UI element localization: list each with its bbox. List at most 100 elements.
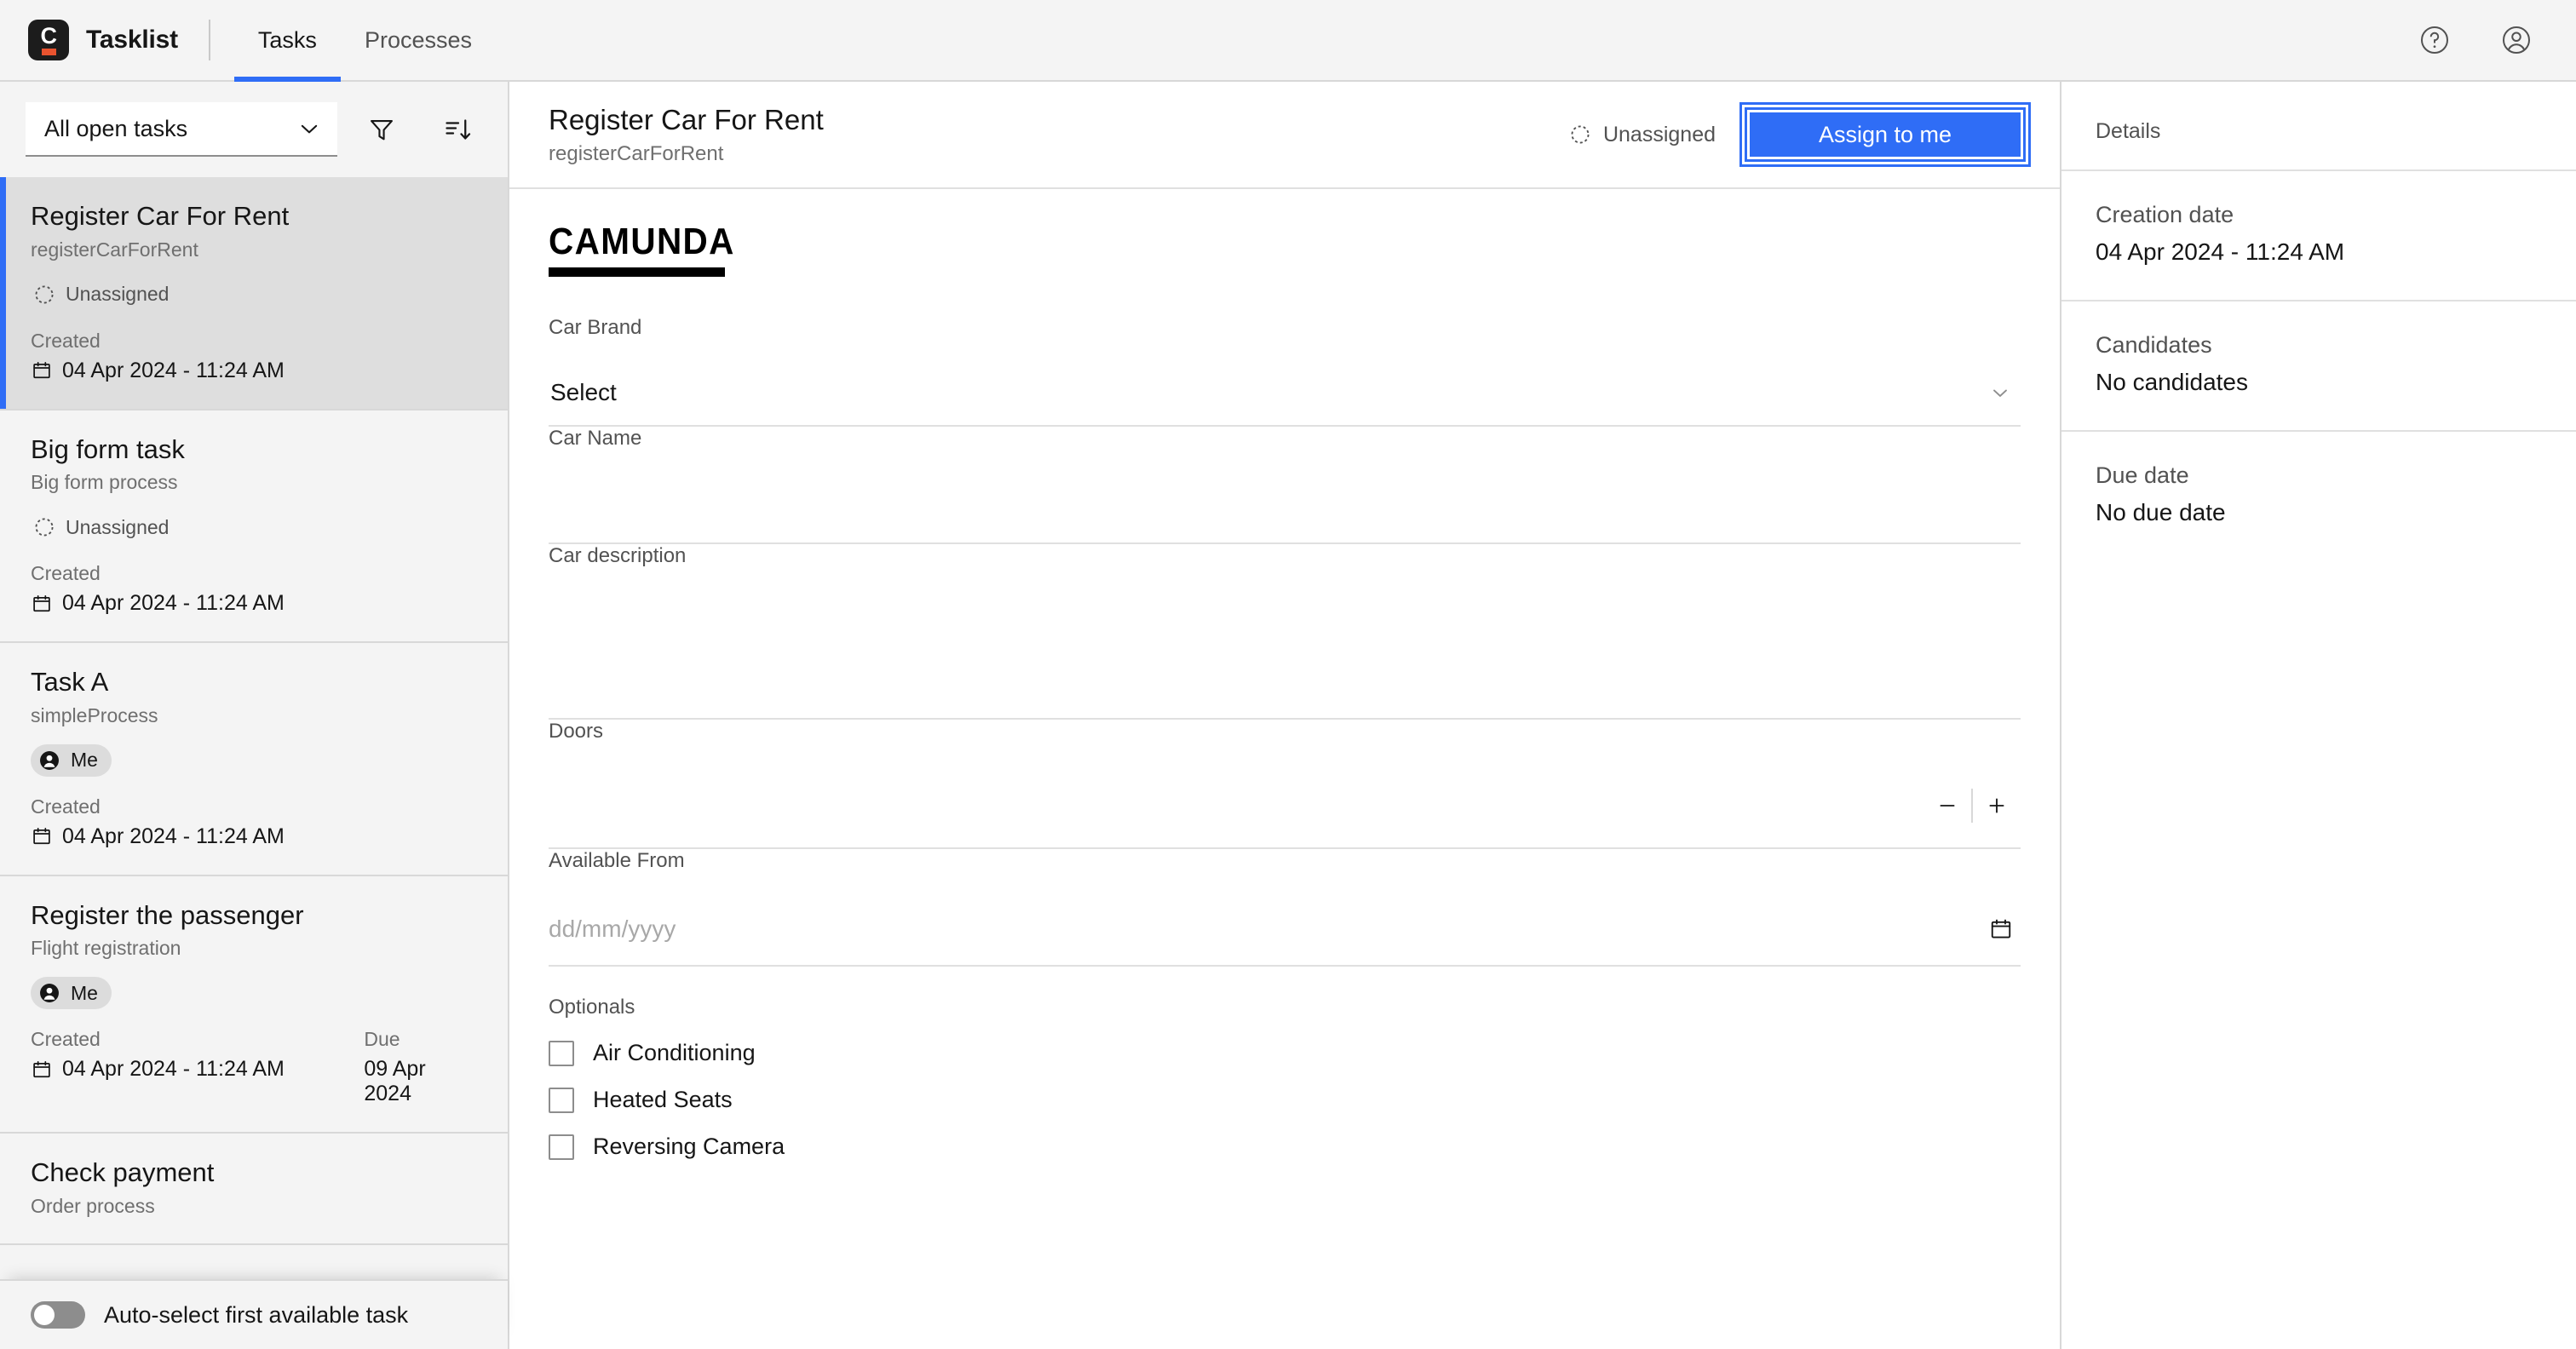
checkbox-air-conditioning[interactable]: Air Conditioning xyxy=(549,1040,2021,1066)
plus-icon[interactable] xyxy=(1973,764,2021,847)
task-meta: Created 04 Apr 2024 - 11:24 AM xyxy=(31,1028,479,1106)
car-description-textarea[interactable] xyxy=(549,587,2021,720)
available-from-placeholder: dd/mm/yyyy xyxy=(549,916,676,943)
created-value-row: 04 Apr 2024 - 11:24 AM xyxy=(31,1057,364,1082)
detail-due-date: Due date No due date xyxy=(2061,430,2576,560)
created-value-row: 04 Apr 2024 - 11:24 AM xyxy=(31,591,365,616)
due-value: 09 Apr 2024 xyxy=(364,1057,479,1106)
task-title: Check payment xyxy=(31,1157,479,1189)
detail-candidates: Candidates No candidates xyxy=(2061,300,2576,430)
field-car-name: Car Name xyxy=(549,427,2021,544)
detail-label: Creation date xyxy=(2096,202,2542,228)
due-meta: Due 09 Apr 2024 xyxy=(364,1028,479,1106)
brand-area[interactable]: C Tasklist xyxy=(0,0,178,80)
created-value: 04 Apr 2024 - 11:24 AM xyxy=(62,359,285,383)
checkbox-box[interactable] xyxy=(549,1134,574,1160)
page-title: Register Car For Rent xyxy=(549,103,824,137)
camunda-wordmark-text: CAMUNDA xyxy=(549,223,1903,261)
list-item[interactable]: Task A simpleProcess Me xyxy=(0,643,508,876)
field-label: Car Brand xyxy=(549,316,2021,340)
funnel-filter-icon[interactable] xyxy=(358,106,405,153)
list-item[interactable]: Register Car For Rent registerCarForRent… xyxy=(0,177,508,410)
checkbox-reversing-camera[interactable]: Reversing Camera xyxy=(549,1134,2021,1160)
checkbox-label: Heated Seats xyxy=(593,1087,733,1113)
user-avatar-icon[interactable] xyxy=(2496,20,2537,60)
task-meta: Created 04 Apr 2024 - 11:24 AM xyxy=(31,795,479,849)
task-title: Register the passenger xyxy=(31,900,479,932)
detail-value: No due date xyxy=(2096,499,2542,526)
status-badge: Me xyxy=(31,977,112,1009)
checkbox-heated-seats[interactable]: Heated Seats xyxy=(549,1087,2021,1113)
details-heading-label: Details xyxy=(2096,119,2542,144)
assign-to-me-button[interactable]: Assign to me xyxy=(1745,107,2026,162)
field-label: Available From xyxy=(549,849,2021,873)
detail-title-group: Register Car For Rent registerCarForRent xyxy=(549,103,824,166)
assignee-label: Me xyxy=(71,749,98,772)
car-brand-select[interactable]: Select xyxy=(549,360,2021,427)
checkbox-box[interactable] xyxy=(549,1041,574,1066)
car-name-input[interactable] xyxy=(549,469,2021,544)
doors-number-input[interactable] xyxy=(549,764,2021,849)
task-process-name: Big form process xyxy=(31,471,479,494)
created-meta: Created 04 Apr 2024 - 11:24 AM xyxy=(31,562,365,616)
created-label: Created xyxy=(31,330,365,353)
assignment-status: Unassigned xyxy=(1568,123,1716,147)
task-process-name: Order process xyxy=(31,1195,479,1218)
assignee-label: Me xyxy=(71,982,98,1005)
calendar-icon xyxy=(31,359,53,382)
task-process-name: simpleProcess xyxy=(31,704,479,727)
created-value-row: 04 Apr 2024 - 11:24 AM xyxy=(31,824,365,849)
status-badge: Me xyxy=(31,744,112,777)
minus-icon[interactable] xyxy=(1923,764,1971,847)
unassigned-circle-icon xyxy=(32,283,56,307)
assignee-row: Me xyxy=(31,744,479,777)
calendar-icon[interactable] xyxy=(1988,916,2021,942)
due-label: Due xyxy=(364,1028,479,1051)
assignee-row: Unassigned xyxy=(31,278,479,311)
checkbox-box[interactable] xyxy=(549,1088,574,1113)
field-label: Doors xyxy=(549,720,2021,743)
quantity-stepper xyxy=(1923,764,2021,847)
task-list-panel: All open tasks xyxy=(0,82,509,1349)
created-value: 04 Apr 2024 - 11:24 AM xyxy=(62,591,285,616)
camunda-wordmark-logo: CAMUNDA xyxy=(549,223,2021,277)
calendar-icon xyxy=(31,1059,53,1081)
camunda-wordmark-rule xyxy=(549,267,725,277)
task-filter-value: All open tasks xyxy=(44,116,187,142)
auto-select-label: Auto-select first available task xyxy=(104,1302,408,1329)
tab-processes[interactable]: Processes xyxy=(341,0,496,80)
user-filled-icon xyxy=(37,749,61,772)
status-badge: Unassigned xyxy=(31,511,182,543)
logo-orange-bar xyxy=(42,49,56,55)
detail-label: Candidates xyxy=(2096,332,2542,359)
toggle-knob xyxy=(34,1305,55,1325)
created-meta: Created 04 Apr 2024 - 11:24 AM xyxy=(31,330,365,383)
tab-tasks[interactable]: Tasks xyxy=(234,0,341,80)
task-title: Task A xyxy=(31,667,479,698)
optionals-label: Optionals xyxy=(549,996,2021,1019)
sort-descending-icon[interactable] xyxy=(434,106,482,153)
auto-select-toggle[interactable] xyxy=(31,1301,85,1329)
task-title: Register Car For Rent xyxy=(31,201,479,232)
calendar-icon xyxy=(31,825,53,847)
created-label: Created xyxy=(31,795,365,818)
available-from-date-input[interactable]: dd/mm/yyyy xyxy=(549,893,2021,967)
task-process-name: registerCarForRent xyxy=(31,238,479,261)
help-circle-icon[interactable] xyxy=(2414,20,2455,60)
field-label: Car description xyxy=(549,544,2021,568)
list-item[interactable]: Big form task Big form process Unassigne… xyxy=(0,410,508,644)
checkbox-label: Air Conditioning xyxy=(593,1040,756,1066)
field-car-brand: Car Brand Select xyxy=(549,316,2021,427)
task-filter-dropdown[interactable]: All open tasks xyxy=(26,102,337,157)
header-divider xyxy=(209,20,210,60)
detail-header-actions: Unassigned Assign to me xyxy=(1568,107,2026,162)
list-item[interactable]: Check payment Order process xyxy=(0,1134,508,1245)
detail-value: No candidates xyxy=(2096,369,2542,396)
created-value-row: 04 Apr 2024 - 11:24 AM xyxy=(31,359,365,383)
status-badge: Unassigned xyxy=(31,278,182,311)
created-meta: Created 04 Apr 2024 - 11:24 AM xyxy=(31,795,365,849)
list-item[interactable]: Register the passenger Flight registrati… xyxy=(0,876,508,1134)
chevron-down-icon xyxy=(296,116,322,141)
task-meta: Created 04 Apr 2024 - 11:24 AM xyxy=(31,330,479,383)
assignee-label: Unassigned xyxy=(66,516,169,539)
